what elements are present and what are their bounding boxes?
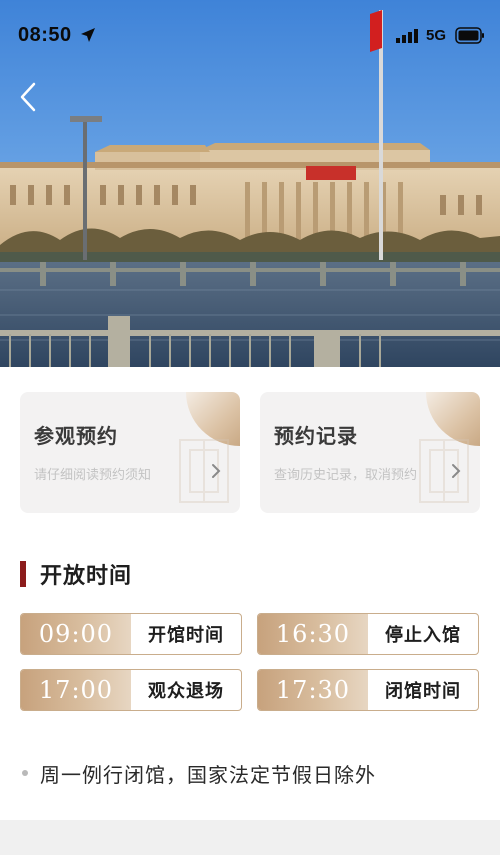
card-subtitle: 查询历史记录，取消预约 bbox=[274, 468, 418, 483]
card-decor-pattern bbox=[179, 439, 229, 503]
status-time: 08:50 bbox=[18, 24, 72, 46]
hours-label: 开馆时间 bbox=[148, 625, 224, 646]
hero-image: 08:50 5G bbox=[0, 0, 500, 367]
visit-reservation-card[interactable]: 参观预约 请仔细阅读预约须知 bbox=[20, 392, 240, 513]
card-title: 参观预约 bbox=[34, 424, 118, 448]
chevron-right-icon bbox=[212, 464, 221, 478]
hours-label: 闭馆时间 bbox=[385, 681, 461, 702]
back-button[interactable] bbox=[14, 80, 44, 114]
hours-time: 09:00 bbox=[21, 614, 131, 654]
hours-time: 17:30 bbox=[258, 670, 368, 710]
location-arrow-icon bbox=[81, 28, 95, 42]
hours-label: 观众退场 bbox=[148, 681, 224, 702]
hours-item: 09:00 开馆时间 bbox=[20, 613, 242, 655]
status-bar: 08:50 5G bbox=[0, 0, 500, 72]
card-subtitle: 请仔细阅读预约须知 bbox=[34, 468, 152, 483]
card-title: 预约记录 bbox=[274, 424, 358, 448]
hours-item: 17:30 闭馆时间 bbox=[257, 669, 479, 711]
section-title: 开放时间 bbox=[40, 563, 133, 589]
closing-note: 周一例行闭馆，国家法定节假日除外 bbox=[40, 763, 376, 787]
chevron-left-icon bbox=[20, 82, 36, 112]
hours-item: 17:00 观众退场 bbox=[20, 669, 242, 711]
chevron-right-icon bbox=[452, 464, 461, 478]
card-decor-pattern bbox=[419, 439, 469, 503]
network-label: 5G bbox=[426, 27, 447, 44]
hours-time: 16:30 bbox=[258, 614, 368, 654]
bullet-dot bbox=[22, 770, 28, 776]
hours-time: 17:00 bbox=[21, 670, 131, 710]
reservation-records-card[interactable]: 预约记录 查询历史记录，取消预约 bbox=[260, 392, 480, 513]
section-accent-bar bbox=[20, 561, 26, 587]
hours-label: 停止入馆 bbox=[385, 625, 461, 646]
battery-icon bbox=[455, 27, 484, 44]
bottom-divider bbox=[0, 820, 500, 855]
signal-icon bbox=[396, 29, 418, 43]
hours-item: 16:30 停止入馆 bbox=[257, 613, 479, 655]
